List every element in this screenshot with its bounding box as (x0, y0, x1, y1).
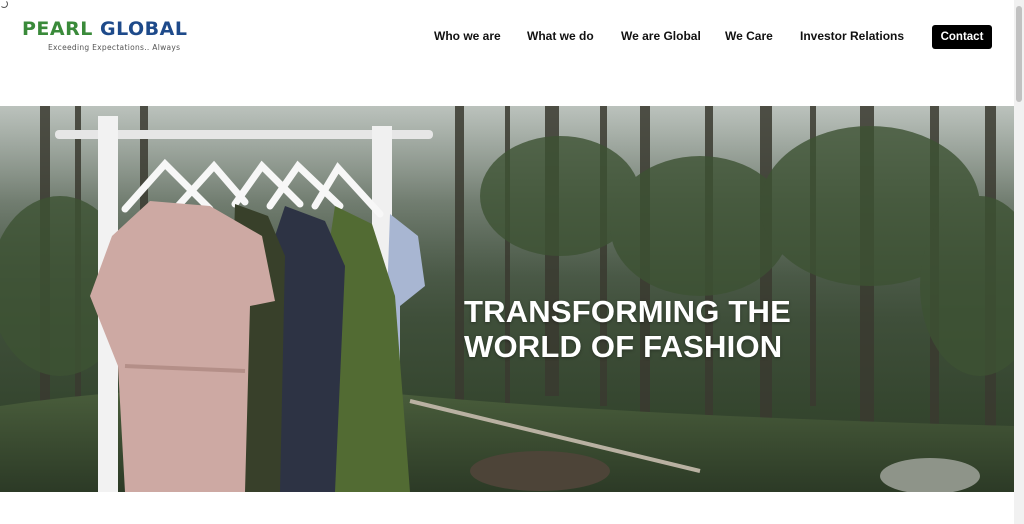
main-nav: Who we are What we do We are Global We C… (0, 24, 1014, 48)
hero-title-line1: TRANSFORMING THE (464, 294, 791, 329)
hero-title: TRANSFORMING THE WORLD OF FASHION (464, 294, 791, 364)
hero-banner: TRANSFORMING THE WORLD OF FASHION (0, 106, 1014, 492)
page-scrollbar[interactable] (1014, 0, 1024, 524)
nav-item-what-we-do[interactable]: What we do (527, 29, 594, 43)
loading-spinner-icon (0, 0, 8, 8)
nav-item-we-are-global[interactable]: We are Global (621, 29, 701, 43)
nav-item-investor-relations[interactable]: Investor Relations (800, 29, 904, 43)
nav-item-who-we-are[interactable]: Who we are (434, 29, 501, 43)
nav-item-we-care[interactable]: We Care (725, 29, 773, 43)
contact-button[interactable]: Contact (932, 25, 992, 49)
site-header: PEARL GLOBAL Exceeding Expectations.. Al… (0, 0, 1014, 106)
scrollbar-thumb[interactable] (1016, 6, 1022, 102)
hero-title-line2: WORLD OF FASHION (464, 329, 783, 364)
